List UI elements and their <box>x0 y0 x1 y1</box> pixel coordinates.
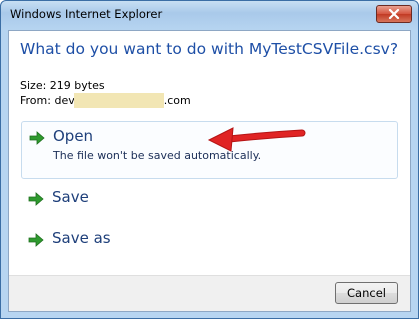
close-icon <box>388 9 400 19</box>
green-arrow-icon <box>29 131 45 145</box>
file-source-suffix: .com <box>163 94 191 107</box>
file-source: From: dev .com <box>20 93 191 108</box>
dialog-content: What do you want to do with MyTestCSVFil… <box>8 30 411 312</box>
save-as-option-label: Save as <box>52 229 111 247</box>
red-annotation-arrow-icon <box>207 127 306 152</box>
file-source-prefix: From: dev <box>20 94 75 107</box>
dialog-footer: Cancel <box>9 275 410 311</box>
green-arrow-icon <box>28 233 44 247</box>
file-size: Size: 219 bytes <box>20 79 105 92</box>
file-info: Size: 219 bytes From: dev .com <box>20 78 191 108</box>
open-option-label: Open <box>53 127 94 145</box>
cancel-button[interactable]: Cancel <box>335 282 398 304</box>
redacted-block <box>73 93 164 108</box>
title-bar[interactable]: Windows Internet Explorer <box>1 1 418 29</box>
dialog-window: Windows Internet Explorer What do you wa… <box>0 0 419 319</box>
green-arrow-icon <box>28 192 44 206</box>
save-option[interactable]: Save <box>21 183 398 219</box>
save-option-label: Save <box>52 188 89 206</box>
save-as-option[interactable]: Save as <box>21 224 398 260</box>
close-button[interactable] <box>376 5 412 23</box>
window-title: Windows Internet Explorer <box>10 7 163 21</box>
dialog-heading: What do you want to do with MyTestCSVFil… <box>20 40 399 58</box>
